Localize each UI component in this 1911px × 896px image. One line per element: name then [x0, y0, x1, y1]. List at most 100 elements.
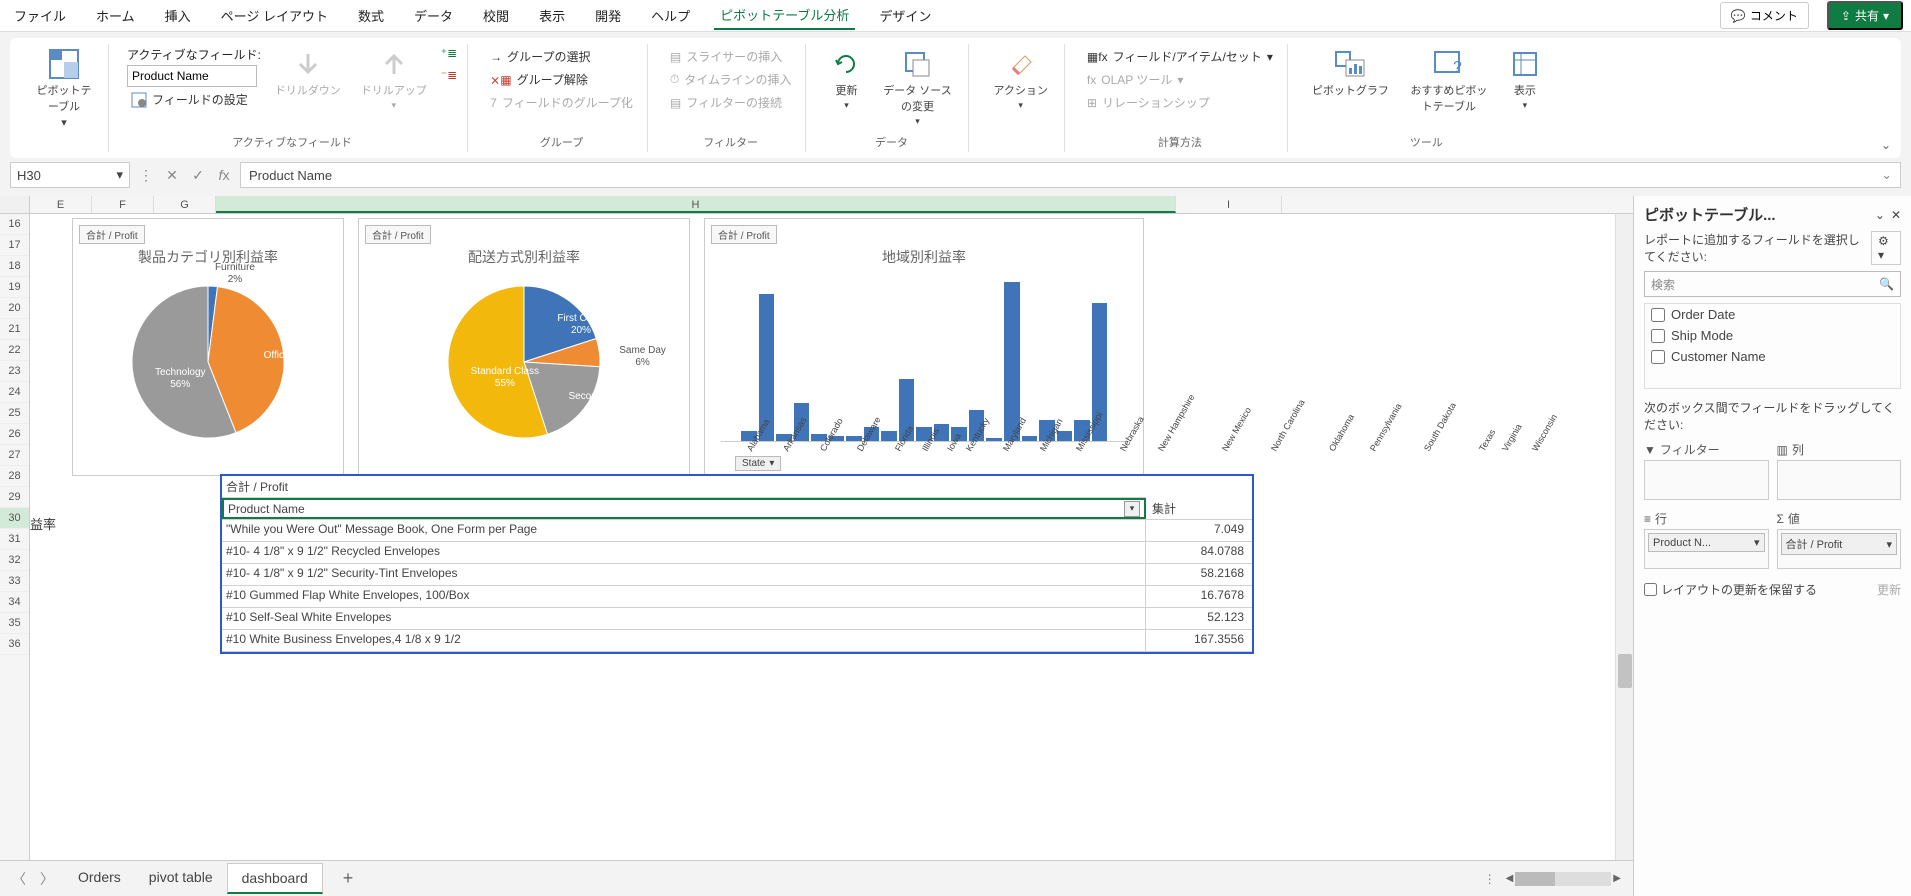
- row-header-31[interactable]: 31: [0, 529, 29, 550]
- refresh-button[interactable]: 更新▾: [824, 46, 868, 113]
- tab-nav-prev[interactable]: 〈: [12, 869, 26, 889]
- expand-field-icon[interactable]: ⁺≣: [441, 46, 457, 60]
- row-header-30[interactable]: 30: [0, 508, 29, 529]
- pivot-chart-button[interactable]: ピボットグラフ: [1306, 46, 1395, 100]
- formula-input[interactable]: Product Name ⌄: [240, 162, 1901, 188]
- vertical-scrollbar[interactable]: [1615, 214, 1633, 860]
- pane-collapse-icon[interactable]: ⌄: [1869, 208, 1891, 222]
- share-button[interactable]: ⇪ 共有 ▾: [1827, 1, 1903, 30]
- menu-help[interactable]: ヘルプ: [645, 2, 696, 29]
- menu-data[interactable]: データ: [408, 2, 459, 29]
- sheet-tab-Orders[interactable]: Orders: [64, 863, 135, 894]
- row-header-24[interactable]: 24: [0, 382, 29, 403]
- column-header-I[interactable]: I: [1176, 196, 1282, 213]
- row-header-25[interactable]: 25: [0, 403, 29, 424]
- chart-field-dropdown[interactable]: State ▾: [735, 456, 781, 471]
- olap-tools-button[interactable]: fxOLAP ツール▾: [1083, 69, 1277, 90]
- zone-filter[interactable]: [1644, 460, 1769, 500]
- menu-home[interactable]: ホーム: [90, 2, 141, 29]
- row-header-35[interactable]: 35: [0, 613, 29, 634]
- menu-design[interactable]: デザイン: [873, 2, 937, 29]
- filter-connections-button[interactable]: ▤フィルターの接続: [666, 92, 796, 113]
- expand-formula-icon[interactable]: ⌄: [1881, 167, 1892, 183]
- fields-items-sets-button[interactable]: ▦fxフィールド/アイテム/セット▾: [1083, 46, 1277, 67]
- pivot-data-row[interactable]: #10 Self-Seal White Envelopes52.123: [222, 608, 1252, 630]
- pivot-data-row[interactable]: #10 Gummed Flap White Envelopes, 100/Box…: [222, 586, 1252, 608]
- worksheet-area[interactable]: EFGHI 1617181920212223242526272829303132…: [0, 196, 1633, 896]
- row-header-17[interactable]: 17: [0, 235, 29, 256]
- field-list-item[interactable]: Customer Name: [1645, 346, 1900, 367]
- fx-icon[interactable]: fx: [214, 167, 234, 183]
- zone-columns[interactable]: [1777, 460, 1902, 500]
- pivottable-button[interactable]: ピボットテーブル ▾: [30, 46, 98, 131]
- column-header-F[interactable]: F: [92, 196, 154, 213]
- pivot-data-row[interactable]: #10 White Business Envelopes,4 1/8 x 9 1…: [222, 630, 1252, 652]
- menu-file[interactable]: ファイル: [8, 2, 72, 29]
- chart-0[interactable]: 合計 / Profit製品カテゴリ別利益率Furniture2%Office S…: [72, 218, 344, 476]
- defer-layout-checkbox[interactable]: レイアウトの更新を保留する: [1644, 581, 1817, 598]
- field-checkbox[interactable]: [1651, 350, 1665, 364]
- zone-rows[interactable]: Product N...▾: [1644, 529, 1769, 569]
- pane-settings-button[interactable]: ⚙ ▾: [1871, 231, 1901, 265]
- show-button[interactable]: 表示▾: [1503, 46, 1547, 113]
- column-header-G[interactable]: G: [154, 196, 216, 213]
- name-menu-icon[interactable]: ⋮: [136, 167, 156, 184]
- row-header-18[interactable]: 18: [0, 256, 29, 277]
- field-list[interactable]: Order DateShip ModeCustomer Name: [1644, 303, 1901, 389]
- insert-timeline-button[interactable]: ⏱タイムラインの挿入: [666, 69, 796, 90]
- group-field-button[interactable]: 7フィールドのグループ化: [486, 92, 637, 113]
- row-header-21[interactable]: 21: [0, 319, 29, 340]
- menu-view[interactable]: 表示: [533, 2, 571, 29]
- tab-nav-next[interactable]: 〉: [40, 869, 54, 889]
- select-all-corner[interactable]: [0, 196, 30, 213]
- relationships-button[interactable]: ⊞リレーションシップ: [1083, 92, 1277, 113]
- field-list-item[interactable]: Order Date: [1645, 304, 1900, 325]
- menu-developer[interactable]: 開発: [589, 2, 627, 29]
- comment-button[interactable]: 💬 コメント: [1720, 2, 1809, 29]
- menu-pivot-analyze[interactable]: ピボットテーブル分析: [714, 1, 855, 30]
- menu-page-layout[interactable]: ページ レイアウト: [215, 2, 334, 29]
- field-list-item[interactable]: Ship Mode: [1645, 325, 1900, 346]
- change-data-source-button[interactable]: データ ソースの変更▾: [876, 46, 958, 129]
- row-header-19[interactable]: 19: [0, 277, 29, 298]
- update-button[interactable]: 更新: [1877, 581, 1901, 598]
- field-settings-button[interactable]: フィールドの設定: [127, 89, 261, 110]
- tab-options-icon[interactable]: ⋮: [1484, 872, 1496, 886]
- pivot-row-header[interactable]: Product Name ▾: [222, 498, 1146, 519]
- pane-close-icon[interactable]: ✕: [1891, 208, 1901, 222]
- menu-review[interactable]: 校閲: [477, 2, 515, 29]
- value-field-pill[interactable]: 合計 / Profit▾: [1781, 533, 1898, 555]
- actions-button[interactable]: アクション▾: [987, 46, 1053, 113]
- insert-slicer-button[interactable]: ▤スライサーの挿入: [666, 46, 796, 67]
- ribbon-collapse-button[interactable]: ⌄: [1881, 138, 1891, 152]
- row-header-26[interactable]: 26: [0, 424, 29, 445]
- field-checkbox[interactable]: [1651, 329, 1665, 343]
- recommended-pivot-button[interactable]: ? おすすめピボットテーブル: [1403, 46, 1495, 116]
- row-header-36[interactable]: 36: [0, 634, 29, 655]
- row-header-34[interactable]: 34: [0, 592, 29, 613]
- group-selection-button[interactable]: →グループの選択: [486, 46, 637, 67]
- row-header-16[interactable]: 16: [0, 214, 29, 235]
- row-header-29[interactable]: 29: [0, 487, 29, 508]
- active-field-input[interactable]: [127, 65, 257, 87]
- row-header-23[interactable]: 23: [0, 361, 29, 382]
- row-header-33[interactable]: 33: [0, 571, 29, 592]
- pivot-data-row[interactable]: #10- 4 1/8" x 9 1/2" Security-Tint Envel…: [222, 564, 1252, 586]
- enter-icon[interactable]: ✓: [188, 167, 208, 184]
- zone-values[interactable]: 合計 / Profit▾: [1777, 529, 1902, 569]
- ungroup-button[interactable]: ⨯▦グループ解除: [486, 69, 637, 90]
- collapse-field-icon[interactable]: ⁻≣: [441, 68, 457, 82]
- pivot-data-row[interactable]: "While you Were Out" Message Book, One F…: [222, 520, 1252, 542]
- pivot-table[interactable]: 合計 / Profit Product Name ▾ 集計 "While you…: [220, 474, 1254, 654]
- row-header-28[interactable]: 28: [0, 466, 29, 487]
- cancel-icon[interactable]: ✕: [162, 167, 182, 184]
- horizontal-scrollbar[interactable]: ◀▶: [1506, 872, 1621, 886]
- pivot-data-row[interactable]: #10- 4 1/8" x 9 1/2" Recycled Envelopes8…: [222, 542, 1252, 564]
- menu-formulas[interactable]: 数式: [352, 2, 390, 29]
- drill-up-button[interactable]: ドリルアップ ▾: [355, 46, 433, 113]
- menu-insert[interactable]: 挿入: [159, 2, 197, 29]
- field-search-input[interactable]: 検索 🔍: [1644, 271, 1901, 297]
- add-sheet-button[interactable]: +: [333, 868, 364, 889]
- row-header-27[interactable]: 27: [0, 445, 29, 466]
- row-header-20[interactable]: 20: [0, 298, 29, 319]
